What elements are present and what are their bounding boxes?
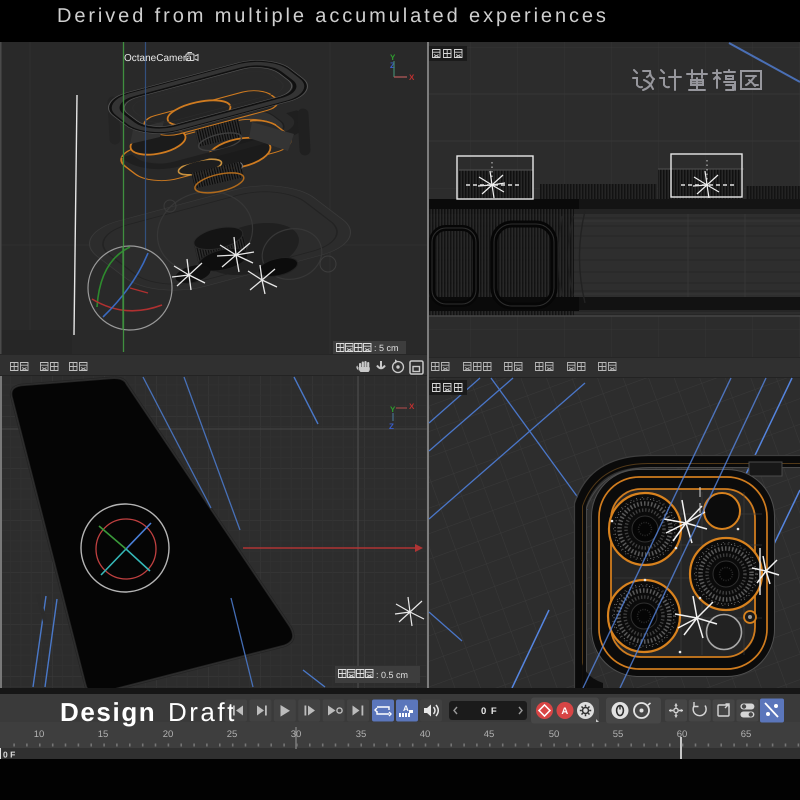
svg-text:55: 55 bbox=[613, 729, 624, 740]
svg-text:Z: Z bbox=[389, 422, 394, 431]
svg-text:65: 65 bbox=[741, 729, 752, 740]
svg-text:10: 10 bbox=[34, 729, 45, 740]
svg-text:60: 60 bbox=[677, 729, 688, 740]
svg-text:0 F: 0 F bbox=[481, 706, 498, 717]
svg-text:Y: Y bbox=[390, 405, 396, 414]
svg-text:25: 25 bbox=[227, 729, 238, 740]
svg-text:0 F: 0 F bbox=[3, 750, 15, 760]
svg-text:X: X bbox=[409, 402, 415, 411]
svg-text:Draft: Draft bbox=[168, 697, 237, 727]
svg-text:50: 50 bbox=[549, 729, 560, 740]
svg-text:: 5 cm: : 5 cm bbox=[374, 343, 399, 353]
svg-text:45: 45 bbox=[484, 729, 495, 740]
svg-text:X: X bbox=[409, 73, 415, 82]
svg-text:A: A bbox=[561, 706, 568, 717]
svg-text:40: 40 bbox=[420, 729, 431, 740]
svg-text:Derived from multiple accumula: Derived from multiple accumulated experi… bbox=[57, 5, 609, 27]
svg-text:Design: Design bbox=[60, 697, 156, 727]
svg-text:A: A bbox=[403, 704, 409, 713]
svg-text:35: 35 bbox=[356, 729, 367, 740]
svg-text:20: 20 bbox=[163, 729, 174, 740]
svg-text:15: 15 bbox=[98, 729, 109, 740]
svg-text:: 0.5 cm: : 0.5 cm bbox=[376, 670, 408, 680]
svg-text:OctaneCamera: OctaneCamera bbox=[124, 53, 192, 64]
